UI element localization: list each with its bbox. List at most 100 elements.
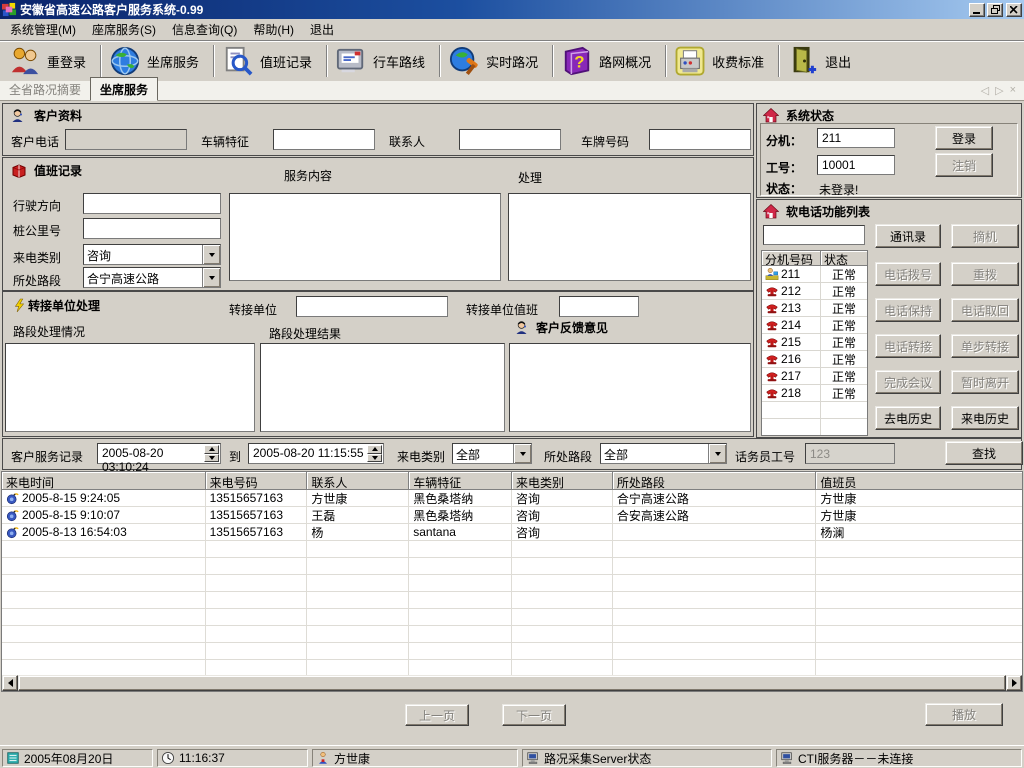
- col-call-time[interactable]: 来电时间: [2, 472, 206, 490]
- table-row[interactable]: 2005-8-15 9:10:07 13515657163 王磊 黑色桑塔纳 咨…: [2, 507, 1022, 524]
- call-type-combo[interactable]: 咨询: [83, 244, 221, 265]
- menu-info-query[interactable]: 信息查询(Q): [166, 19, 247, 41]
- scroll-right-icon[interactable]: [1006, 675, 1022, 691]
- extension-row[interactable]: 211 正常: [762, 266, 867, 283]
- spin-down-icon[interactable]: [367, 454, 382, 463]
- horizontal-scrollbar[interactable]: [2, 675, 1022, 691]
- plate-number-label: 车牌号码: [581, 133, 629, 150]
- road-situation-textarea[interactable]: [5, 343, 255, 432]
- red-phone-icon: [765, 335, 779, 349]
- toolbar-duty-record[interactable]: 值班记录: [217, 41, 324, 81]
- minimize-button[interactable]: [969, 3, 985, 17]
- scroll-left-icon[interactable]: [2, 675, 18, 691]
- col-ext-status[interactable]: 状态: [821, 251, 867, 266]
- col-road[interactable]: 所处路段: [613, 472, 817, 490]
- extension-input[interactable]: [817, 128, 895, 148]
- contacts-button[interactable]: 通讯录: [875, 224, 941, 248]
- prev-page-button[interactable]: 上一页: [405, 704, 469, 726]
- transfer-button[interactable]: 电话转接: [875, 334, 941, 358]
- col-call-type[interactable]: 来电类别: [512, 472, 613, 490]
- away-button[interactable]: 暂时离开: [951, 370, 1019, 394]
- hold-button[interactable]: 电话保持: [875, 298, 941, 322]
- offhook-button[interactable]: 摘机: [951, 224, 1019, 248]
- stake-km-input[interactable]: [83, 218, 221, 239]
- transfer-unit-input[interactable]: [296, 296, 448, 317]
- toolbar-fee-standard[interactable]: 收费标准: [669, 41, 776, 81]
- toolbar-realtime-traffic[interactable]: 实时路况: [443, 41, 550, 81]
- extension-row[interactable]: 212 正常: [762, 283, 867, 300]
- contact-input[interactable]: [459, 129, 561, 150]
- extension-row[interactable]: 214 正常: [762, 317, 867, 334]
- transfer-unit-duty-input[interactable]: [559, 296, 639, 317]
- finish-conference-button[interactable]: 完成会议: [875, 370, 941, 394]
- customer-phone-input[interactable]: [65, 129, 187, 150]
- status-bar: 2005年08月20日 11:16:37 方世康 路况采集Server状态 CT…: [0, 745, 1024, 768]
- service-content-textarea[interactable]: [229, 193, 501, 281]
- menu-seat-service[interactable]: 座席服务(S): [86, 19, 166, 41]
- toolbar-relogin[interactable]: 重登录: [4, 41, 98, 81]
- datetime-from-field[interactable]: 2005-08-20 03:10:24: [97, 443, 221, 464]
- restore-button[interactable]: [987, 3, 1003, 17]
- extension-row[interactable]: 216 正常: [762, 351, 867, 368]
- search-button[interactable]: 查找: [945, 441, 1023, 465]
- col-duty-person[interactable]: 值班员: [816, 472, 1022, 490]
- toolbar-exit[interactable]: 退出: [782, 41, 863, 81]
- chevron-down-icon[interactable]: [202, 245, 220, 264]
- tab-scroll-right-icon[interactable]: ▷: [995, 84, 1003, 97]
- col-contact[interactable]: 联系人: [307, 472, 409, 490]
- toolbar-driving-route[interactable]: 行车路线: [330, 41, 437, 81]
- logout-button[interactable]: 注销: [935, 153, 993, 177]
- spin-down-icon[interactable]: [204, 454, 219, 463]
- operator-no-input[interactable]: [817, 155, 895, 175]
- table-row[interactable]: 2005-8-15 9:24:05 13515657163 方世康 黑色桑塔纳 …: [2, 490, 1022, 507]
- login-button[interactable]: 登录: [935, 126, 993, 150]
- toolbar-seat-service[interactable]: 坐席服务: [104, 41, 211, 81]
- close-button[interactable]: [1006, 3, 1022, 17]
- feedback-textarea[interactable]: [509, 343, 751, 432]
- query-call-type-combo[interactable]: 全部: [452, 443, 532, 464]
- direction-input[interactable]: [83, 193, 221, 214]
- redial-button[interactable]: 重拨: [951, 262, 1019, 286]
- extension-row[interactable]: 215 正常: [762, 334, 867, 351]
- road-section-combo[interactable]: 合宁高速公路: [83, 267, 221, 288]
- extension-row[interactable]: 217 正常: [762, 368, 867, 385]
- extension-row[interactable]: 213 正常: [762, 300, 867, 317]
- query-road-combo[interactable]: 全部: [600, 443, 727, 464]
- play-button[interactable]: 播放: [925, 703, 1003, 726]
- next-page-button[interactable]: 下一页: [502, 704, 566, 726]
- table-empty-row: [2, 609, 1022, 626]
- tab-close-icon[interactable]: ×: [1010, 84, 1016, 97]
- dial-number-input[interactable]: [763, 225, 865, 245]
- chevron-down-icon[interactable]: [202, 268, 220, 287]
- chevron-down-icon[interactable]: [513, 444, 531, 463]
- scrollbar-thumb[interactable]: [18, 675, 1006, 691]
- table-row[interactable]: 2005-8-13 16:54:03 13515657163 杨 santana…: [2, 524, 1022, 541]
- spin-up-icon[interactable]: [367, 445, 382, 454]
- extension-row[interactable]: 218 正常: [762, 385, 867, 402]
- tab-scroll-left-icon[interactable]: ◁: [981, 84, 989, 97]
- menu-help[interactable]: 帮助(H): [247, 19, 304, 41]
- datetime-to-field[interactable]: 2005-08-20 11:15:55: [248, 443, 384, 464]
- single-step-transfer-button[interactable]: 单步转接: [951, 334, 1019, 358]
- retrieve-button[interactable]: 电话取回: [951, 298, 1019, 322]
- handle-textarea[interactable]: [508, 193, 751, 281]
- chevron-down-icon[interactable]: [708, 444, 726, 463]
- tab-seat-service[interactable]: 坐席服务: [90, 77, 158, 101]
- toolbar-network-overview[interactable]: 路网概况: [556, 41, 663, 81]
- title-bar: 安徽省高速公路客户服务系统-0.99: [0, 0, 1024, 19]
- vehicle-feature-input[interactable]: [273, 129, 375, 150]
- plate-number-input[interactable]: [649, 129, 751, 150]
- tab-province-traffic-summary[interactable]: 全省路况摘要: [0, 78, 90, 100]
- operator-id-input[interactable]: [805, 443, 895, 464]
- incoming-history-button[interactable]: 来电历史: [951, 406, 1019, 430]
- dial-button[interactable]: 电话拨号: [875, 262, 941, 286]
- outgoing-history-button[interactable]: 去电历史: [875, 406, 941, 430]
- col-vehicle[interactable]: 车辆特征: [409, 472, 512, 490]
- road-result-textarea[interactable]: [260, 343, 505, 432]
- col-ext-number[interactable]: 分机号码: [762, 251, 821, 266]
- cell-duty-person: 方世康: [816, 490, 1022, 507]
- spin-up-icon[interactable]: [204, 445, 219, 454]
- col-call-number[interactable]: 来电号码: [206, 472, 308, 490]
- menu-system[interactable]: 系统管理(M): [4, 19, 86, 41]
- menu-exit[interactable]: 退出: [304, 19, 344, 41]
